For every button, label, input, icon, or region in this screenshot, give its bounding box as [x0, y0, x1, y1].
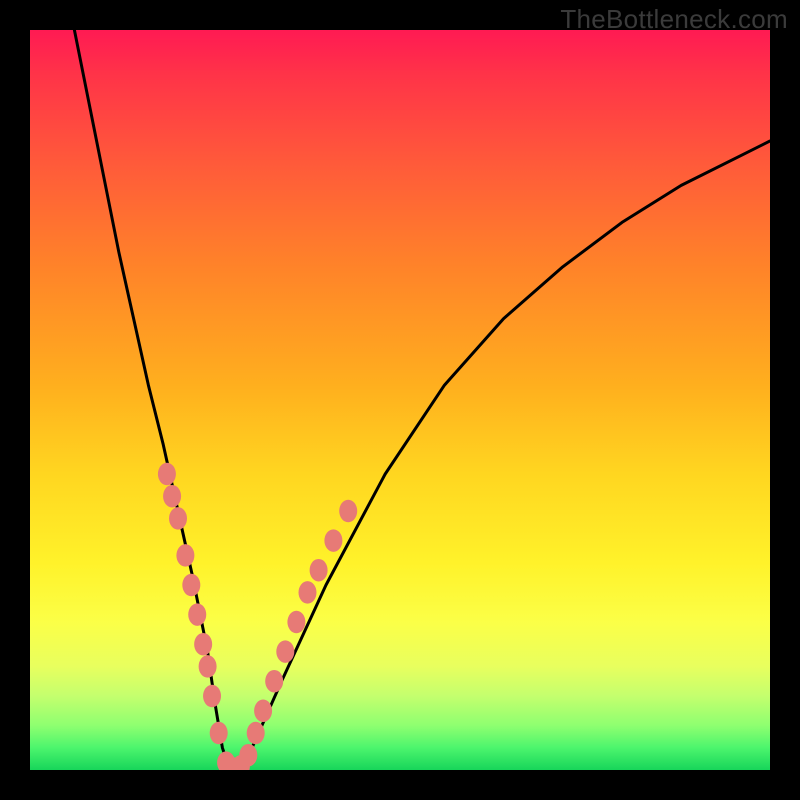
curve-marker: [247, 722, 265, 745]
curve-marker: [203, 685, 221, 708]
curve-marker: [254, 700, 272, 723]
bottleneck-curve: [74, 30, 770, 770]
curve-marker: [182, 574, 200, 597]
curve-marker: [324, 529, 342, 552]
curve-marker: [163, 485, 181, 508]
curve-markers: [158, 463, 357, 770]
curve-marker: [265, 670, 283, 693]
plot-area: [30, 30, 770, 770]
curve-marker: [199, 655, 217, 678]
curve-marker: [276, 640, 294, 663]
curve-layer: [30, 30, 770, 770]
curve-marker: [339, 500, 357, 523]
curve-marker: [176, 544, 194, 567]
curve-marker: [239, 744, 257, 767]
curve-marker: [310, 559, 328, 582]
curve-marker: [188, 603, 206, 626]
curve-marker: [287, 611, 305, 634]
curve-marker: [299, 581, 317, 604]
chart-frame: TheBottleneck.com: [0, 0, 800, 800]
curve-marker: [194, 633, 212, 656]
curve-marker: [169, 507, 187, 530]
curve-marker: [158, 463, 176, 486]
curve-marker: [210, 722, 228, 745]
